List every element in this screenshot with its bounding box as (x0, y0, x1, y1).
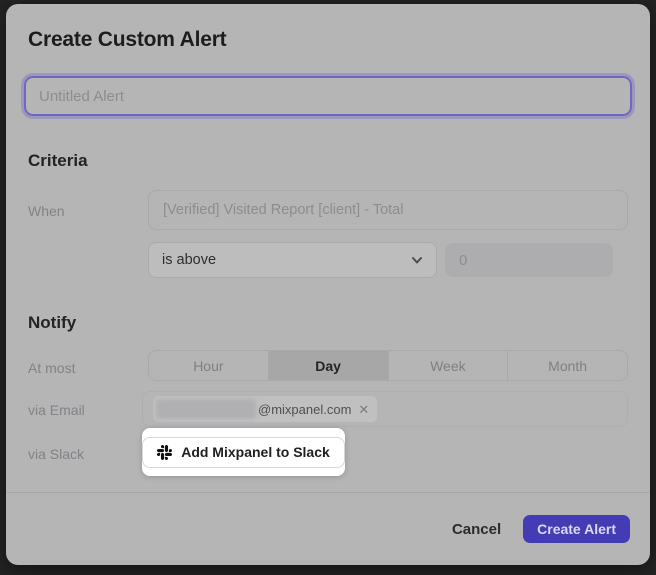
threshold-input[interactable] (445, 243, 613, 277)
frequency-segmented-control: Hour Day Week Month (148, 350, 628, 381)
slack-logo-icon (157, 445, 172, 460)
email-chip: @mixpanel.com ✕ (153, 396, 377, 422)
frequency-option-week[interactable]: Week (388, 351, 508, 380)
notify-heading: Notify (28, 313, 76, 333)
redacted-email-username (156, 399, 256, 419)
create-custom-alert-modal: Create Custom Alert Criteria When is abo… (6, 4, 650, 565)
condition-dropdown[interactable]: is above (148, 242, 437, 278)
email-domain-text: @mixpanel.com (258, 402, 351, 417)
cancel-button[interactable]: Cancel (452, 521, 501, 538)
page-title: Create Custom Alert (28, 28, 226, 52)
criteria-heading: Criteria (28, 151, 88, 171)
slack-button-label: Add Mixpanel to Slack (181, 444, 330, 460)
frequency-option-hour[interactable]: Hour (149, 351, 268, 380)
footer-divider (6, 492, 650, 493)
footer: Cancel Create Alert (452, 511, 630, 547)
condition-value: is above (162, 252, 216, 268)
create-alert-button[interactable]: Create Alert (523, 515, 630, 543)
slack-button-spotlight: Add Mixpanel to Slack (142, 428, 345, 476)
via-email-label: via Email (28, 402, 85, 418)
email-recipients-field[interactable]: @mixpanel.com ✕ (142, 391, 628, 427)
chevron-down-icon (411, 254, 423, 266)
via-slack-label: via Slack (28, 446, 84, 462)
when-label: When (28, 203, 65, 219)
close-icon[interactable]: ✕ (358, 403, 369, 416)
at-most-label: At most (28, 360, 75, 376)
metric-input[interactable] (148, 190, 628, 230)
frequency-option-day[interactable]: Day (268, 351, 388, 380)
alert-name-input[interactable] (24, 76, 632, 116)
add-mixpanel-to-slack-button[interactable]: Add Mixpanel to Slack (142, 437, 345, 468)
frequency-option-month[interactable]: Month (507, 351, 627, 380)
